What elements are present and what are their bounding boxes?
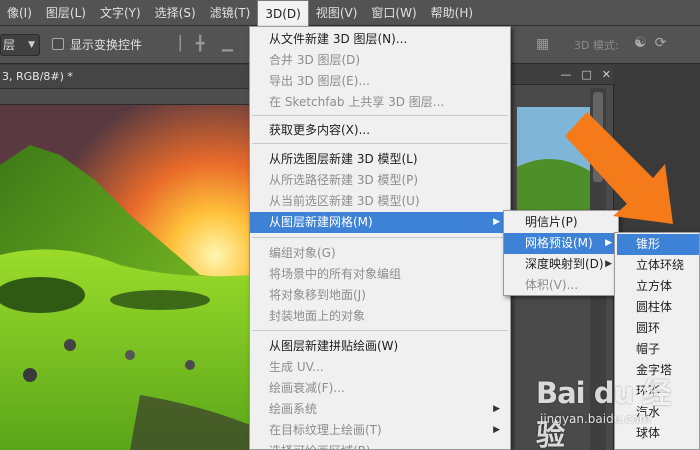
menu-item-select-paintable-area[interactable]: 选择可绘画区域(B)	[250, 441, 510, 449]
preset-item-cone[interactable]: 锥形	[617, 234, 699, 255]
menu-layer[interactable]: 图层(L)	[39, 0, 93, 26]
menu-3d[interactable]: 3D(D)	[257, 0, 309, 26]
chevron-down-icon: ▼	[28, 40, 35, 50]
preset-item-cube-wrap[interactable]: 立体环绕	[617, 255, 699, 276]
submenu-arrow-icon: ▶	[493, 404, 500, 414]
menu-item-paint-falloff[interactable]: 绘画衰减(F)...	[250, 378, 510, 399]
menu-item-label: 在目标纹理上绘画(T)	[269, 423, 382, 437]
landscape-image	[0, 105, 250, 450]
document-tab[interactable]: 3, RGB/8#) *	[0, 65, 250, 89]
mesh-preset-submenu: 锥形 立体环绕 立方体 圆柱体 圆环 帽子 金字塔 环形 汽水 球体	[614, 232, 700, 450]
menu-bar: 像(I) 图层(L) 文字(Y) 选择(S) 滤镜(T) 3D(D) 视图(V)…	[0, 0, 700, 26]
3d-rotate-icon[interactable]: ⟳	[655, 35, 667, 51]
preset-item-soda-can[interactable]: 汽水	[617, 402, 699, 423]
3d-mode-label: 3D 模式:	[574, 39, 619, 52]
preset-item-donut[interactable]: 圆环	[617, 318, 699, 339]
submenu-arrow-icon: ▶	[605, 259, 612, 269]
menu-item-merge-3d-layers[interactable]: 合并 3D 图层(D)	[250, 50, 510, 71]
menu-item-pack-objects[interactable]: 封装地面上的对象	[250, 306, 510, 327]
align-middle-icon[interactable]: ╋	[196, 36, 210, 52]
menu-item-new-3d-from-layer[interactable]: 从所选图层新建 3D 模型(L)	[250, 149, 510, 170]
menu-item-label: 绘画系统	[269, 402, 318, 416]
menu-item-group-all-objects[interactable]: 将场景中的所有对象编组	[250, 264, 510, 285]
3d-mode-icons: ☯ ⟳	[634, 35, 666, 51]
3d-orbit-icon[interactable]: ☯	[634, 35, 647, 51]
preset-item-ring[interactable]: 环形	[617, 381, 699, 402]
menu-help[interactable]: 帮助(H)	[424, 0, 480, 26]
show-transform-controls-label[interactable]: 显示变换控件	[70, 36, 142, 53]
align-buttons: ▕ ╋ ▁	[170, 36, 236, 52]
menu-item-new-mesh-from-layer[interactable]: 从图层新建网格(M) ▶	[250, 212, 510, 233]
menu-filter[interactable]: 滤镜(T)	[203, 0, 258, 26]
menu-item-new-3d-from-selection[interactable]: 从当前选区新建 3D 模型(U)	[250, 191, 510, 212]
menu-item-new-tiled-painting[interactable]: 从图层新建拼贴绘画(W)	[250, 336, 510, 357]
submenu-item-label: 深度映射到(D)	[525, 257, 604, 271]
menu-item-generate-uv[interactable]: 生成 UV...	[250, 357, 510, 378]
submenu-arrow-icon: ▶	[493, 217, 500, 227]
menu-item-new-3d-layer-from-file[interactable]: 从文件新建 3D 图层(N)...	[250, 29, 510, 50]
horizontal-ruler	[0, 89, 250, 105]
menu-window[interactable]: 窗口(W)	[364, 0, 423, 26]
menu-select[interactable]: 选择(S)	[148, 0, 203, 26]
document-tab-label: 3, RGB/8#) *	[2, 70, 73, 83]
window-close-icon[interactable]: ✕	[602, 68, 611, 81]
mesh-submenu: 明信片(P) 网格预设(M) ▶ 深度映射到(D) ▶ 体积(V)...	[503, 210, 619, 296]
menu-item-share-sketchfab[interactable]: 在 Sketchfab 上共享 3D 图层...	[250, 92, 510, 113]
checkbox-icon[interactable]	[52, 38, 64, 50]
menu-view[interactable]: 视图(V)	[309, 0, 365, 26]
window-minimize-icon[interactable]: —	[560, 68, 571, 81]
menu-separator	[252, 115, 508, 116]
submenu-item-volume[interactable]: 体积(V)...	[504, 275, 618, 296]
align-top-icon[interactable]: ▕	[170, 36, 184, 52]
preset-item-hat[interactable]: 帽子	[617, 339, 699, 360]
menu-separator	[252, 237, 508, 238]
auto-select-dropdown[interactable]: 层 ▼	[0, 34, 40, 56]
menu-item-paint-system[interactable]: 绘画系统 ▶	[250, 399, 510, 420]
preset-item-cylinder[interactable]: 圆柱体	[617, 297, 699, 318]
preset-item-pyramid[interactable]: 金字塔	[617, 360, 699, 381]
menu-item-group-objects[interactable]: 编组对象(G)	[250, 243, 510, 264]
submenu-arrow-icon: ▶	[605, 238, 612, 248]
menu-image[interactable]: 像(I)	[0, 0, 39, 26]
submenu-item-depth-map[interactable]: 深度映射到(D) ▶	[504, 254, 618, 275]
menu-item-move-to-ground[interactable]: 将对象移到地面(J)	[250, 285, 510, 306]
document-canvas[interactable]	[0, 105, 250, 450]
auto-select-value: 层	[3, 38, 16, 52]
menu-item-paint-on-target-texture[interactable]: 在目标纹理上绘画(T) ▶	[250, 420, 510, 441]
3d-menu-dropdown: 从文件新建 3D 图层(N)... 合并 3D 图层(D) 导出 3D 图层(E…	[249, 26, 511, 450]
menu-item-export-3d-layer[interactable]: 导出 3D 图层(E)...	[250, 71, 510, 92]
submenu-arrow-icon: ▶	[493, 425, 500, 435]
secondary-window-titlebar[interactable]: — □ ✕	[509, 65, 615, 85]
grid-icon[interactable]: ▦	[536, 36, 549, 52]
menu-separator	[252, 330, 508, 331]
preset-item-sphere[interactable]: 球体	[617, 423, 699, 444]
align-bottom-icon[interactable]: ▁	[222, 36, 236, 52]
submenu-item-postcard[interactable]: 明信片(P)	[504, 212, 618, 233]
preset-item-cube[interactable]: 立方体	[617, 276, 699, 297]
scrollbar-thumb[interactable]	[593, 92, 603, 182]
submenu-item-mesh-preset[interactable]: 网格预设(M) ▶	[504, 233, 618, 254]
menu-separator	[252, 143, 508, 144]
window-maximize-icon[interactable]: □	[581, 68, 591, 81]
menu-item-label: 从图层新建网格(M)	[269, 215, 373, 229]
menu-item-get-more-content[interactable]: 获取更多内容(X)...	[250, 120, 510, 141]
menu-item-new-3d-from-path[interactable]: 从所选路径新建 3D 模型(P)	[250, 170, 510, 191]
submenu-item-label: 网格预设(M)	[525, 236, 593, 250]
menu-type[interactable]: 文字(Y)	[93, 0, 148, 26]
